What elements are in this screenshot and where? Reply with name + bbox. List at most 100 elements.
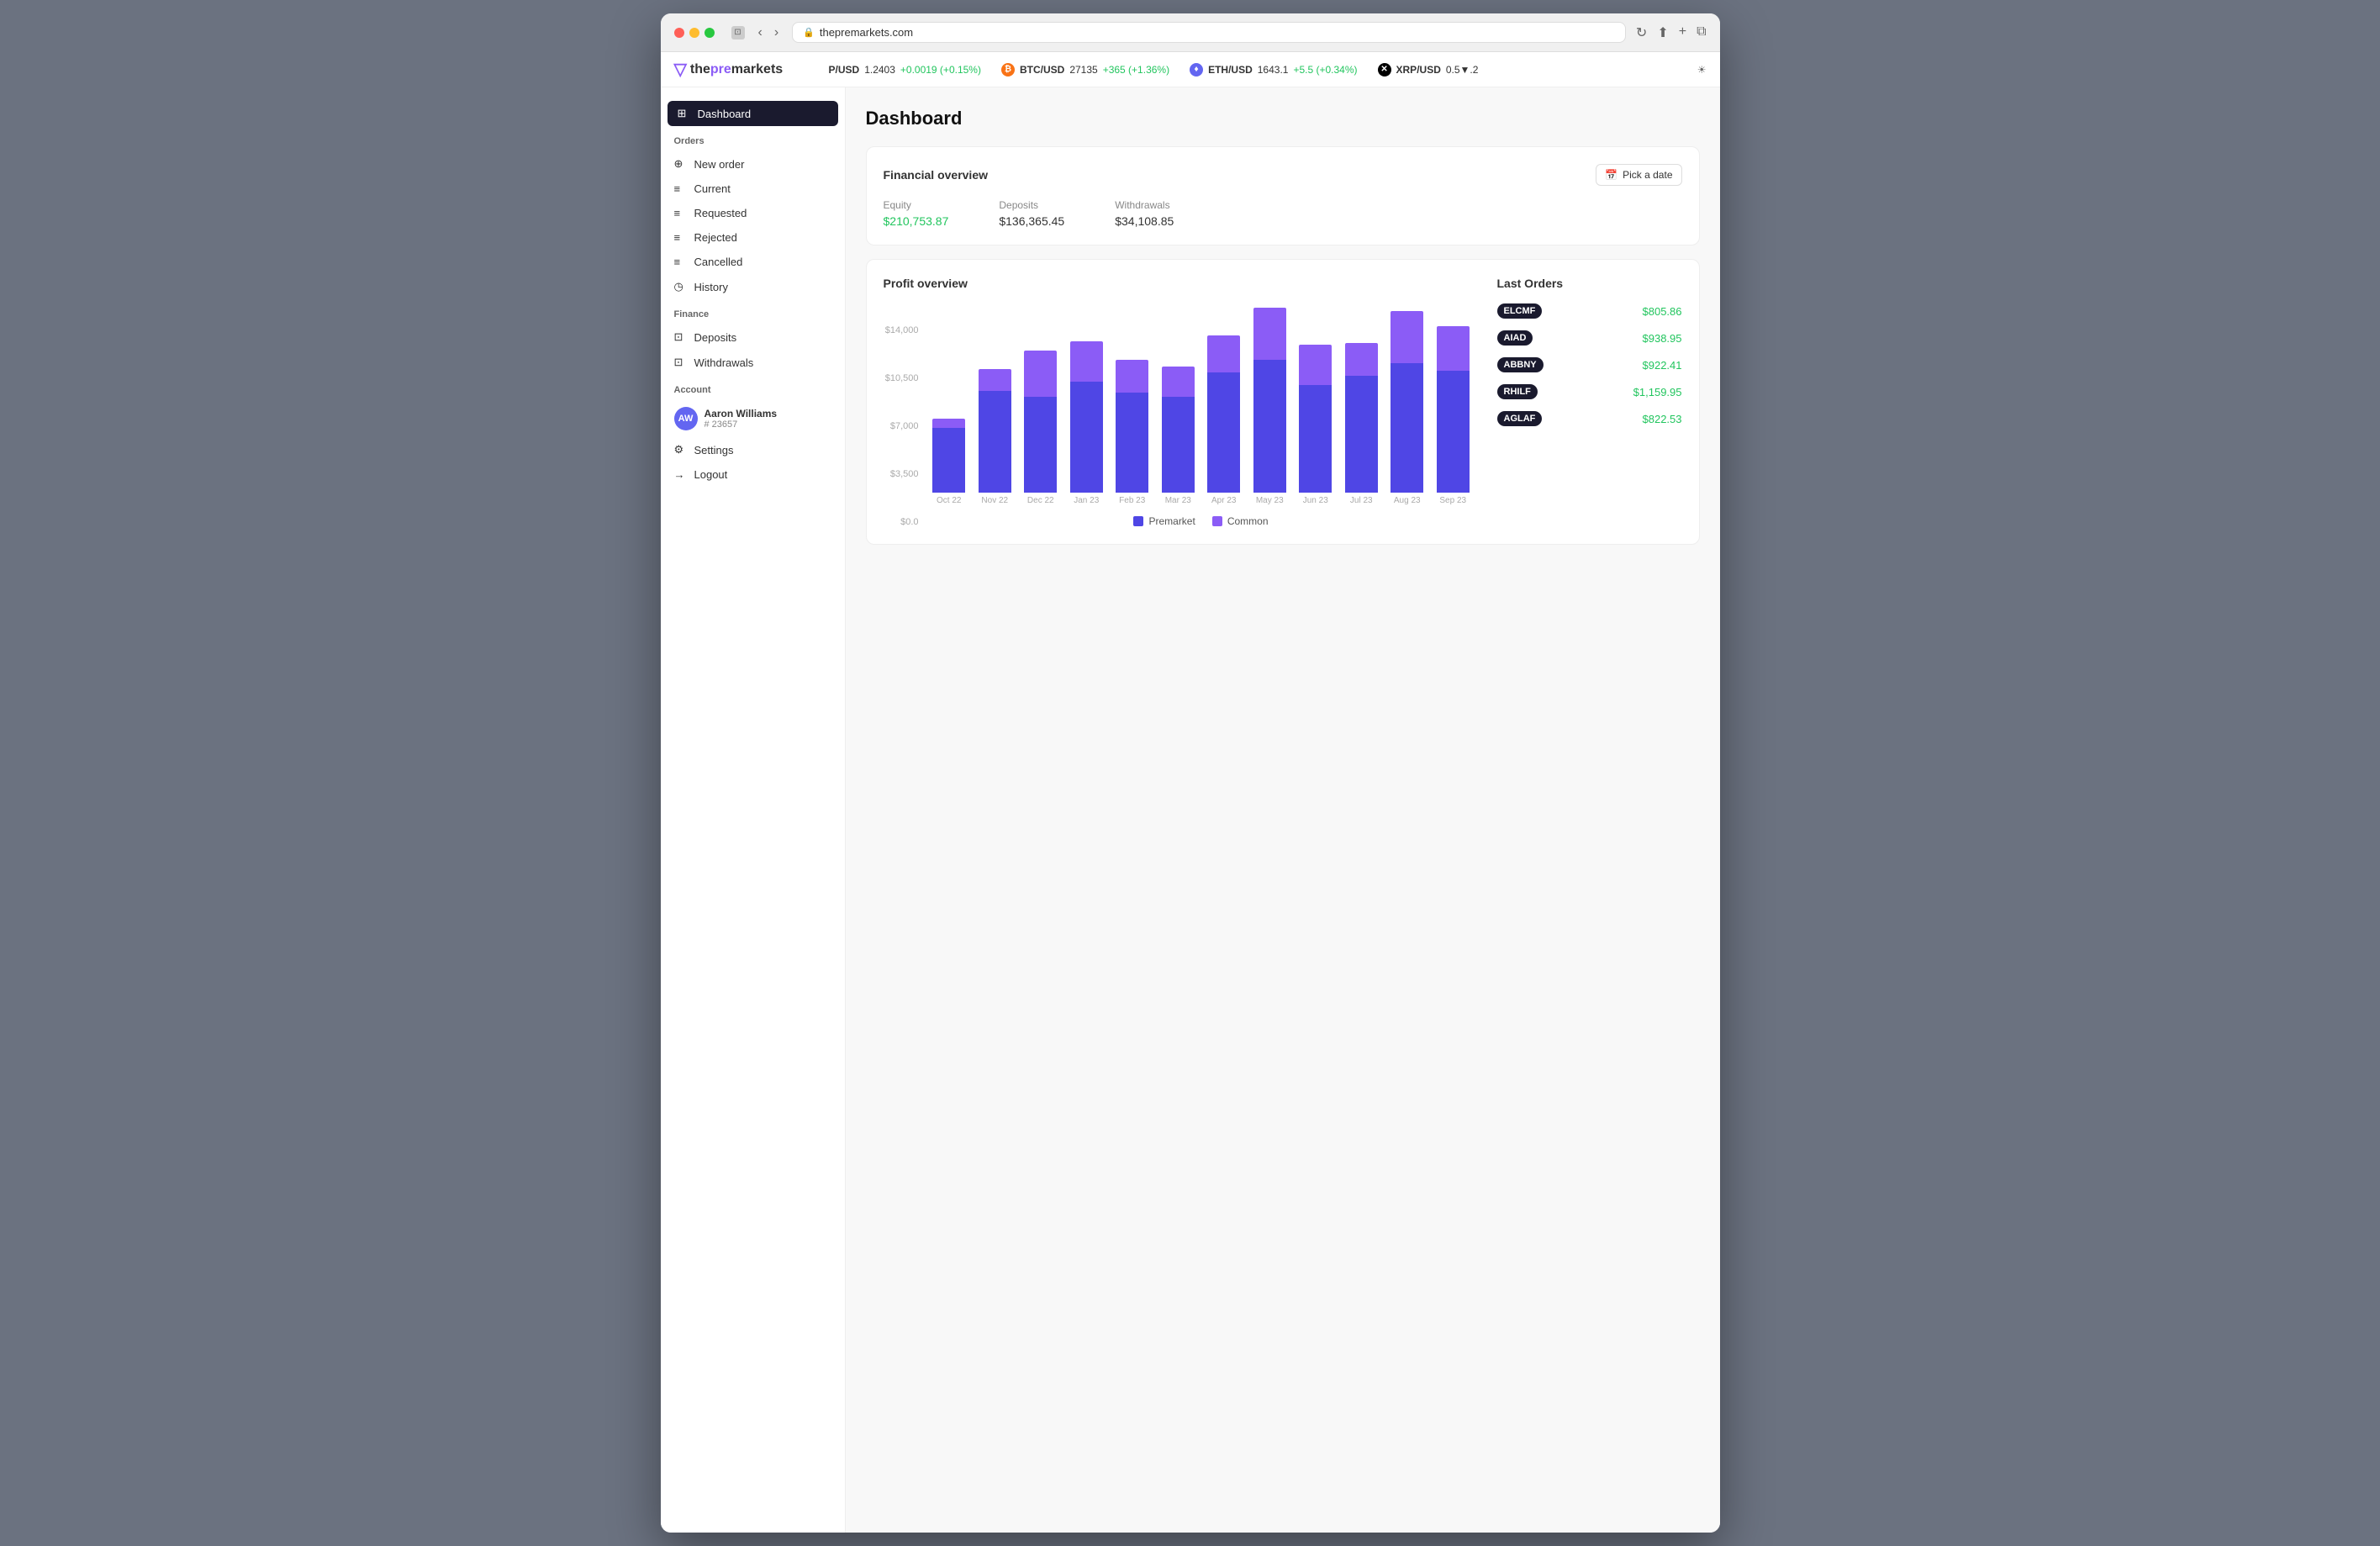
pick-date-button[interactable]: 📅 Pick a date (1596, 164, 1681, 186)
bar-group-aug-23: Aug 23 (1387, 303, 1428, 505)
sidebar-item-dashboard[interactable]: ⊞ Dashboard (668, 101, 838, 126)
sidebar-item-new-order[interactable]: ⊕ New order (661, 151, 845, 177)
sidebar-logout-label: Logout (694, 468, 728, 481)
sidebar-settings-label: Settings (694, 444, 734, 456)
address-bar[interactable]: 🔒 thepremarkets.com (792, 22, 1626, 43)
bar-common (1024, 351, 1057, 397)
refresh-icon[interactable]: ↻ (1636, 24, 1647, 41)
chart-y-axis: $14,000 $10,500 $7,000 $3,500 $0.0 (884, 325, 926, 527)
sidebar-item-current[interactable]: ≡ Current (661, 177, 845, 201)
bar-premarket (979, 391, 1011, 493)
profit-last-orders-card: Profit overview $14,000 $10,500 $7,000 $… (866, 259, 1700, 545)
ticker-bar: ▽ thepremarkets P/USD 1.2403 +0.0019 (+0… (661, 52, 1720, 87)
bar-group-sep-23: Sep 23 (1433, 303, 1474, 505)
new-tab-icon[interactable]: + (1679, 24, 1686, 41)
order-item: AIAD $938.95 (1497, 330, 1682, 346)
equity-label: Equity (884, 199, 949, 211)
legend-common: Common (1212, 515, 1269, 527)
order-tag: AGLAF (1497, 411, 1543, 426)
bar-label: Nov 22 (981, 496, 1008, 505)
bar-common (1345, 343, 1378, 377)
bar-common (1299, 345, 1332, 385)
bar-label: Apr 23 (1211, 496, 1236, 505)
bar-premarket (1253, 360, 1286, 493)
bar-common (1070, 341, 1103, 382)
bar-group-mar-23: Mar 23 (1158, 303, 1199, 505)
minimize-button[interactable] (689, 28, 699, 38)
tabs-icon[interactable]: ⧉ (1697, 24, 1706, 41)
bar-label: Mar 23 (1165, 496, 1191, 505)
sidebar-item-rejected[interactable]: ≡ Rejected (661, 225, 845, 250)
bar-premarket (1116, 393, 1148, 493)
bar-premarket (1070, 382, 1103, 493)
traffic-lights (674, 28, 715, 38)
chart-bars-row: Oct 22Nov 22Dec 22Jan 23Feb 23Mar 23Apr … (926, 303, 1477, 505)
y-label-0: $0.0 (884, 517, 919, 527)
sidebar-toggle-icon[interactable]: ⊡ (731, 26, 745, 40)
bar-label: Dec 22 (1027, 496, 1054, 505)
bar-label: Oct 22 (937, 496, 961, 505)
lock-icon: 🔒 (803, 27, 815, 38)
order-item: ELCMF $805.86 (1497, 303, 1682, 319)
sidebar-new-order-label: New order (694, 158, 745, 171)
withdrawals-metric: Withdrawals $34,108.85 (1115, 199, 1174, 228)
legend-premarket: Premarket (1133, 515, 1195, 527)
bar-label: Sep 23 (1439, 496, 1466, 505)
order-amount: $938.95 (1643, 332, 1682, 345)
maximize-button[interactable] (705, 28, 715, 38)
y-label-10500: $10,500 (884, 373, 919, 383)
close-button[interactable] (674, 28, 684, 38)
xrp-icon: ✕ (1378, 63, 1391, 77)
sidebar-deposits-label: Deposits (694, 331, 737, 344)
user-id: # 23657 (705, 419, 778, 430)
ticker-btcusd: ₿ BTC/USD 27135 +365 (+1.36%) (1001, 63, 1169, 77)
bar-group-jan-23: Jan 23 (1066, 303, 1107, 505)
sidebar-item-cancelled[interactable]: ≡ Cancelled (661, 250, 845, 274)
requested-icon: ≡ (674, 207, 688, 219)
premarket-color-swatch (1133, 516, 1143, 526)
account-section-label: Account (661, 375, 845, 400)
common-color-swatch (1212, 516, 1222, 526)
order-amount: $922.41 (1643, 359, 1682, 372)
ticker-xrpusd: ✕ XRP/USD 0.5▼.2 (1378, 63, 1479, 77)
back-button[interactable]: ‹ (755, 24, 766, 42)
sidebar: ⊞ Dashboard Orders ⊕ New order ≡ Current… (661, 87, 846, 1533)
sidebar-item-withdrawals[interactable]: ⊡ Withdrawals (661, 350, 845, 375)
ticker-gbpusd: P/USD 1.2403 +0.0019 (+0.15%) (829, 64, 981, 76)
theme-toggle-icon[interactable]: ☀ (1697, 64, 1707, 76)
bar-premarket (1437, 371, 1470, 493)
sidebar-current-label: Current (694, 182, 731, 195)
last-orders-title: Last Orders (1497, 277, 1682, 290)
browser-chrome: ⊡ ‹ › 🔒 thepremarkets.com ↻ ⬆ + ⧉ (661, 13, 1720, 52)
financial-metrics: Equity $210,753.87 Deposits $136,365.45 … (884, 199, 1682, 228)
order-tag: ELCMF (1497, 303, 1543, 319)
bar-group-dec-22: Dec 22 (1021, 303, 1062, 505)
bar-group-jun-23: Jun 23 (1296, 303, 1337, 505)
y-label-14000: $14,000 (884, 325, 919, 335)
withdrawals-icon: ⊡ (674, 356, 688, 369)
order-amount: $805.86 (1643, 305, 1682, 318)
bar-common (1162, 367, 1195, 396)
order-tag: ABBNY (1497, 357, 1544, 372)
order-tag: RHILF (1497, 384, 1538, 399)
forward-button[interactable]: › (771, 24, 782, 42)
sidebar-cancelled-label: Cancelled (694, 256, 743, 268)
bar-label: Jun 23 (1303, 496, 1328, 505)
sidebar-item-deposits[interactable]: ⊡ Deposits (661, 325, 845, 350)
order-tag: AIAD (1497, 330, 1533, 346)
sidebar-item-logout[interactable]: → Logout (661, 462, 845, 487)
bar-group-apr-23: Apr 23 (1204, 303, 1245, 505)
order-item: RHILF$1,159.95 (1497, 384, 1682, 399)
sidebar-item-history[interactable]: ◷ History (661, 274, 845, 299)
sidebar-item-requested[interactable]: ≡ Requested (661, 201, 845, 225)
share-icon[interactable]: ⬆ (1657, 24, 1668, 41)
financial-overview-header: Financial overview 📅 Pick a date (884, 164, 1682, 186)
withdrawals-label: Withdrawals (1115, 199, 1174, 211)
sidebar-item-settings[interactable]: ⚙ Settings (661, 437, 845, 462)
sidebar-rejected-label: Rejected (694, 231, 737, 244)
user-profile-item[interactable]: AW Aaron Williams # 23657 (661, 400, 845, 437)
bar-label: Aug 23 (1394, 496, 1421, 505)
equity-value: $210,753.87 (884, 214, 949, 228)
bar-premarket (1207, 372, 1240, 493)
logout-icon: → (674, 468, 688, 481)
